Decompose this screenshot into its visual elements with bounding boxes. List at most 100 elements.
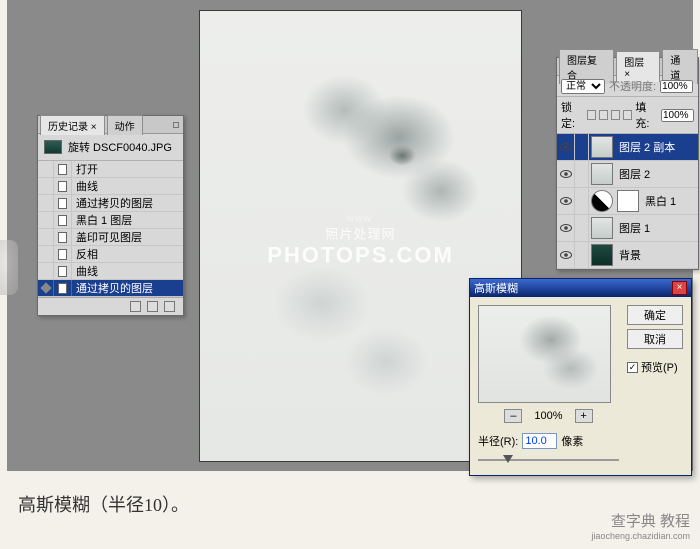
step-icon bbox=[58, 266, 67, 277]
history-snapshot[interactable]: 旋转 DSCF0040.JPG bbox=[38, 134, 183, 161]
history-label: 打开 bbox=[72, 161, 183, 177]
radius-input[interactable] bbox=[522, 433, 557, 449]
history-label: 黑白 1 图层 bbox=[72, 212, 183, 228]
layer-list: 图层 2 副本图层 2 黑白 1 图层 1 背景 bbox=[557, 134, 698, 269]
tab-history[interactable]: 历史记录 × bbox=[40, 115, 105, 135]
visibility-toggle[interactable] bbox=[557, 242, 575, 268]
step-icon bbox=[58, 232, 67, 243]
binder-clip-icon bbox=[0, 240, 18, 295]
zoom-out-button[interactable]: – bbox=[504, 409, 522, 423]
tutorial-caption: 高斯模糊（半径10）。 bbox=[18, 491, 189, 517]
radius-slider[interactable] bbox=[478, 453, 619, 467]
visibility-toggle[interactable] bbox=[557, 215, 575, 241]
history-item[interactable]: 反相 bbox=[38, 246, 183, 263]
radius-label: 半径(R): bbox=[478, 433, 518, 449]
cancel-button[interactable]: 取消 bbox=[627, 329, 683, 349]
opacity-label: 不透明度: bbox=[609, 78, 656, 94]
brand-line1: 查字典 教程 bbox=[591, 510, 690, 531]
history-item[interactable]: 曲线 bbox=[38, 178, 183, 195]
snapshot-thumb-icon bbox=[44, 140, 62, 154]
lock-pixels-icon[interactable] bbox=[599, 110, 608, 120]
preview-label: 预览(P) bbox=[641, 359, 678, 375]
layers-panel: 图层复合 图层 × 通道 正常 不透明度: 锁定: 填充: 图层 2 副本图层 … bbox=[556, 57, 699, 270]
layer-mask-thumb bbox=[617, 190, 639, 212]
radius-row: 半径(R): 像素 bbox=[478, 433, 619, 449]
zoom-in-button[interactable]: + bbox=[575, 409, 593, 423]
trash-icon[interactable] bbox=[164, 301, 175, 312]
layer-name: 图层 2 bbox=[615, 166, 698, 182]
layer-row[interactable]: 背景 bbox=[557, 242, 698, 269]
zoom-row: – 100% + bbox=[478, 409, 619, 423]
watermark-en: PHOTOPS.COM bbox=[267, 242, 454, 268]
new-doc-icon[interactable] bbox=[147, 301, 158, 312]
history-label: 曲线 bbox=[72, 263, 183, 279]
fill-input[interactable] bbox=[661, 109, 694, 122]
watermark-cn: 照片处理网 bbox=[267, 223, 454, 242]
history-item[interactable]: 通过拷贝的图层 bbox=[38, 280, 183, 297]
history-label: 反相 bbox=[72, 246, 183, 262]
history-item[interactable]: 黑白 1 图层 bbox=[38, 212, 183, 229]
layer-name: 背景 bbox=[615, 247, 698, 263]
blend-mode-select[interactable]: 正常 bbox=[561, 79, 605, 94]
panel-menu-icon[interactable] bbox=[173, 122, 179, 128]
watermark-sub: WWW. bbox=[267, 214, 454, 223]
step-icon bbox=[58, 164, 67, 175]
fill-label: 填充: bbox=[635, 99, 658, 131]
layer-thumb bbox=[591, 244, 613, 266]
checkbox-icon: ✓ bbox=[627, 362, 638, 373]
layer-thumb bbox=[591, 190, 613, 212]
step-icon bbox=[58, 249, 67, 260]
lock-all-icon[interactable] bbox=[623, 110, 632, 120]
new-snapshot-icon[interactable] bbox=[130, 301, 141, 312]
history-item[interactable]: 打开 bbox=[38, 161, 183, 178]
blur-preview[interactable] bbox=[478, 305, 611, 403]
step-icon bbox=[58, 215, 67, 226]
preview-checkbox[interactable]: ✓ 预览(P) bbox=[627, 359, 683, 375]
step-icon bbox=[58, 283, 67, 294]
history-label: 通过拷贝的图层 bbox=[72, 280, 183, 296]
layer-name: 黑白 1 bbox=[641, 193, 698, 209]
layer-options-row: 正常 不透明度: bbox=[557, 76, 698, 97]
radius-unit: 像素 bbox=[561, 433, 583, 449]
history-tabbar: 历史记录 × 动作 bbox=[38, 116, 183, 134]
dialog-titlebar[interactable]: 高斯模糊 × bbox=[470, 279, 691, 297]
close-icon[interactable]: × bbox=[672, 281, 687, 295]
layer-row[interactable]: 图层 1 bbox=[557, 215, 698, 242]
site-brand: 查字典 教程 jiaocheng.chazidian.com bbox=[591, 510, 690, 541]
brand-line2: jiaocheng.chazidian.com bbox=[591, 531, 690, 541]
layer-thumb bbox=[591, 136, 613, 158]
layer-thumb bbox=[591, 217, 613, 239]
slider-thumb-icon[interactable] bbox=[503, 455, 513, 463]
history-item[interactable]: 通过拷贝的图层 bbox=[38, 195, 183, 212]
layer-name: 图层 1 bbox=[615, 220, 698, 236]
opacity-input[interactable] bbox=[660, 80, 693, 93]
history-item[interactable]: 曲线 bbox=[38, 263, 183, 280]
layer-name: 图层 2 副本 bbox=[615, 139, 698, 155]
workspace: WWW. 照片处理网 PHOTOPS.COM 历史记录 × 动作 旋转 DSCF… bbox=[7, 0, 693, 471]
layer-lock-row: 锁定: 填充: bbox=[557, 97, 698, 134]
layer-row[interactable]: 黑白 1 bbox=[557, 188, 698, 215]
history-label: 曲线 bbox=[72, 178, 183, 194]
history-panel: 历史记录 × 动作 旋转 DSCF0040.JPG 打开曲线通过拷贝的图层黑白 … bbox=[37, 115, 184, 316]
history-item[interactable]: 盖印可见图层 bbox=[38, 229, 183, 246]
visibility-toggle[interactable] bbox=[557, 161, 575, 187]
watermark: WWW. 照片处理网 PHOTOPS.COM bbox=[267, 214, 454, 268]
layer-row[interactable]: 图层 2 bbox=[557, 161, 698, 188]
history-brush-icon bbox=[40, 282, 51, 293]
history-list: 打开曲线通过拷贝的图层黑白 1 图层盖印可见图层反相曲线通过拷贝的图层 bbox=[38, 161, 183, 297]
zoom-value: 100% bbox=[534, 410, 562, 422]
snapshot-name: 旋转 DSCF0040.JPG bbox=[68, 139, 172, 155]
dialog-title: 高斯模糊 bbox=[474, 280, 518, 296]
history-label: 通过拷贝的图层 bbox=[72, 195, 183, 211]
tab-actions[interactable]: 动作 bbox=[107, 115, 143, 135]
step-icon bbox=[58, 181, 67, 192]
visibility-toggle[interactable] bbox=[557, 188, 575, 214]
ok-button[interactable]: 确定 bbox=[627, 305, 683, 325]
step-icon bbox=[58, 198, 67, 209]
lock-label: 锁定: bbox=[561, 99, 584, 131]
lock-position-icon[interactable] bbox=[611, 110, 620, 120]
lock-transparent-icon[interactable] bbox=[587, 110, 596, 120]
visibility-toggle[interactable] bbox=[557, 134, 575, 160]
layers-tabbar: 图层复合 图层 × 通道 bbox=[557, 58, 698, 76]
layer-row[interactable]: 图层 2 副本 bbox=[557, 134, 698, 161]
